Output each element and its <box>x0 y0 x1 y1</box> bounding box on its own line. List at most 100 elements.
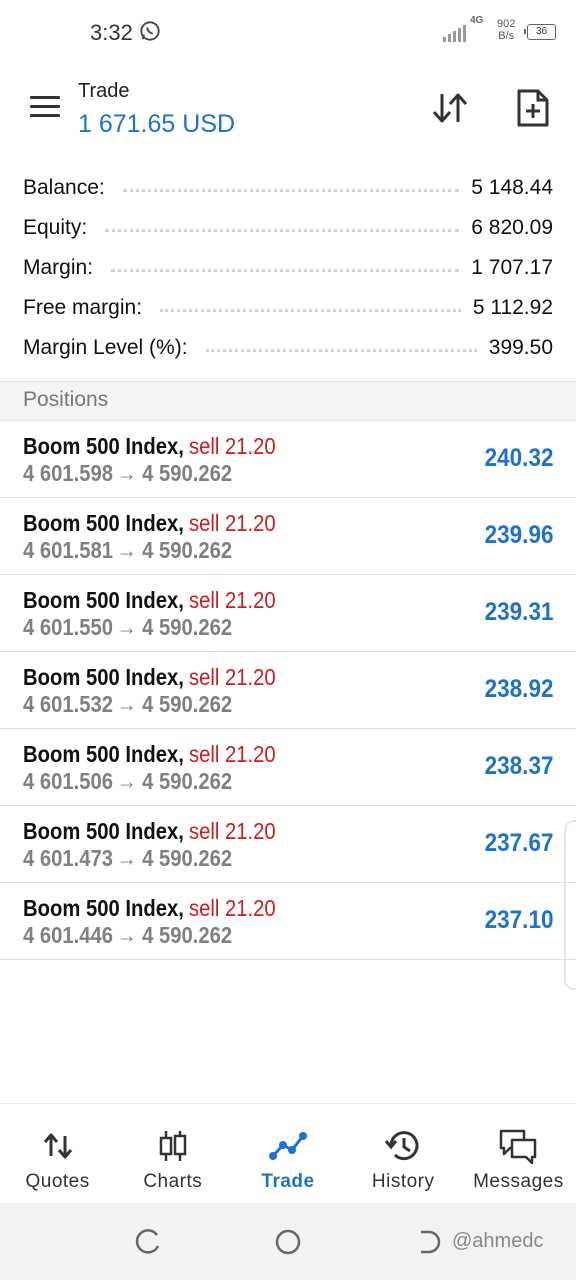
position-side: sell 21.20 <box>189 510 276 536</box>
home-icon[interactable] <box>273 1227 303 1257</box>
open-price: 4 601.550 <box>23 614 114 640</box>
free-margin-value: 5 112.92 <box>472 296 553 319</box>
dot-leader <box>111 268 460 272</box>
nav-label-quotes: Quotes <box>25 1171 90 1192</box>
balance-value: 5 148.44 <box>471 176 553 199</box>
position-profit: 239.96 <box>484 521 553 549</box>
position-row[interactable]: Boom 500 Index, sell 21.20 4 601.581 → 4 5… <box>0 498 576 575</box>
battery-icon: 36 <box>524 24 556 40</box>
margin-value: 1 707.17 <box>471 256 553 279</box>
back-icon[interactable] <box>415 1227 445 1257</box>
open-price: 4 601.581 <box>23 537 114 563</box>
positions-section-header: Positions <box>0 381 576 421</box>
position-prices: 4 601.473 → 4 590.262 <box>23 845 232 872</box>
nav-quotes[interactable]: Quotes <box>0 1104 115 1203</box>
position-row[interactable]: Boom 500 Index, sell 21.20 4 601.598 → 4 5… <box>0 421 576 498</box>
position-symbol: Boom 500 Index, <box>23 664 184 690</box>
net-speed: 902 B/s <box>497 18 515 42</box>
app-header: Trade 1 671.65 USD <box>0 64 576 162</box>
price-arrow: → <box>116 691 137 717</box>
position-row[interactable]: Boom 500 Index, sell 21.20 4 601.550 → 4 5… <box>0 575 576 652</box>
dot-leader <box>122 188 460 192</box>
nav-trade[interactable]: Trade <box>230 1104 345 1203</box>
margin-label: Margin: <box>23 256 94 279</box>
position-symbol: Boom 500 Index, <box>23 895 184 921</box>
position-prices: 4 601.506 → 4 590.262 <box>23 768 232 795</box>
position-profit: 240.32 <box>484 444 553 472</box>
equity-label: Equity: <box>23 216 88 239</box>
network-type: 4G <box>470 15 484 26</box>
price-arrow: → <box>116 460 137 486</box>
nav-history[interactable]: History <box>346 1104 461 1203</box>
header-balance: 1 671.65 USD <box>78 110 236 138</box>
nav-messages[interactable]: Messages <box>461 1104 576 1203</box>
margin-row: Margin: 1 707.17 <box>0 248 576 288</box>
open-price: 4 601.473 <box>23 845 114 871</box>
sort-order-icon[interactable] <box>430 90 470 126</box>
nav-label-charts: Charts <box>143 1171 203 1192</box>
open-price: 4 601.532 <box>23 691 114 717</box>
position-symbol: Boom 500 Index, <box>23 433 184 459</box>
margin-level-label: Margin Level (%): <box>23 336 188 359</box>
candlestick-chart-icon <box>159 1131 187 1161</box>
account-summary: Balance: 5 148.44 Equity: 6 820.09 Margi… <box>0 168 576 368</box>
nav-label-trade: Trade <box>261 1171 315 1192</box>
status-bar: 3:32 4G 902 B/s 36 <box>0 0 576 64</box>
position-side: sell 21.20 <box>189 895 276 921</box>
position-row[interactable]: Boom 500 Index, sell 21.20 4 601.446 → 4 5… <box>0 883 576 960</box>
position-row[interactable]: Boom 500 Index, sell 21.20 4 601.473 → 4 5… <box>0 806 576 883</box>
history-icon <box>385 1131 419 1161</box>
menu-icon[interactable] <box>30 96 60 118</box>
current-price: 4 590.262 <box>142 768 233 794</box>
trade-line-icon <box>269 1132 307 1160</box>
dot-leader <box>205 348 477 352</box>
nav-charts[interactable]: Charts <box>115 1104 230 1203</box>
position-side: sell 21.20 <box>189 741 276 767</box>
current-price: 4 590.262 <box>142 614 233 640</box>
position-profit: 239.31 <box>484 598 553 626</box>
dot-leader <box>160 308 461 312</box>
margin-level-row: Margin Level (%): 399.50 <box>0 328 576 368</box>
price-arrow: → <box>116 537 137 563</box>
whatsapp-icon <box>140 21 160 41</box>
current-price: 4 590.262 <box>142 922 233 948</box>
open-price: 4 601.598 <box>23 460 114 486</box>
open-price: 4 601.506 <box>23 768 114 794</box>
position-row[interactable]: Boom 500 Index, sell 21.20 4 601.506 → 4 5… <box>0 729 576 806</box>
price-arrow: → <box>116 845 137 871</box>
margin-level-value: 399.50 <box>488 336 553 359</box>
position-prices: 4 601.598 → 4 590.262 <box>23 460 232 487</box>
bottom-nav: Quotes Charts Trade History Messages <box>0 1103 576 1203</box>
position-profit: 238.92 <box>484 675 553 703</box>
watermark: @ahmedc <box>452 1230 544 1252</box>
price-arrow: → <box>116 614 137 640</box>
side-panel-handle[interactable] <box>564 820 576 990</box>
position-row[interactable]: Boom 500 Index, sell 21.20 4 601.532 → 4 5… <box>0 652 576 729</box>
position-prices: 4 601.550 → 4 590.262 <box>23 614 232 641</box>
dot-leader <box>105 228 460 232</box>
position-profit: 238.37 <box>484 752 553 780</box>
net-speed-unit: B/s <box>498 30 515 42</box>
equity-value: 6 820.09 <box>471 216 553 239</box>
signal-strength-icon <box>443 22 466 42</box>
position-symbol: Boom 500 Index, <box>23 510 184 536</box>
new-order-icon[interactable] <box>516 88 550 128</box>
position-prices: 4 601.581 → 4 590.262 <box>23 537 232 564</box>
nav-label-messages: Messages <box>473 1171 564 1192</box>
free-margin-label: Free margin: <box>23 296 143 319</box>
recent-apps-icon[interactable] <box>133 1227 163 1257</box>
position-profit: 237.10 <box>484 906 553 934</box>
position-prices: 4 601.446 → 4 590.262 <box>23 922 232 949</box>
price-arrow: → <box>116 922 137 948</box>
equity-row: Equity: 6 820.09 <box>0 208 576 248</box>
quotes-icon <box>43 1133 72 1159</box>
position-symbol: Boom 500 Index, <box>23 741 184 767</box>
current-price: 4 590.262 <box>142 460 233 486</box>
messages-icon <box>500 1129 537 1164</box>
position-symbol: Boom 500 Index, <box>23 818 184 844</box>
position-symbol: Boom 500 Index, <box>23 587 184 613</box>
current-price: 4 590.262 <box>142 691 233 717</box>
current-price: 4 590.262 <box>142 537 233 563</box>
page-title: Trade <box>78 80 130 102</box>
position-prices: 4 601.532 → 4 590.262 <box>23 691 232 718</box>
